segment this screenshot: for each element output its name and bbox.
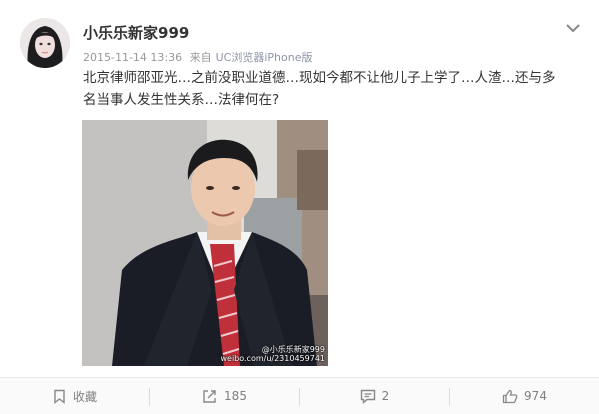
post-meta: 2015-11-14 13:36 来自 UC浏览器iPhone版 — [83, 49, 313, 65]
photo-watermark: @小乐乐新家999 weibo.com/u/2310459741 — [220, 345, 325, 363]
post-source-link[interactable]: UC浏览器iPhone版 — [216, 51, 313, 64]
action-bar: 收藏 185 2 974 — [0, 378, 599, 414]
bookmark-icon — [54, 389, 65, 404]
repost-icon — [203, 389, 216, 403]
repost-count: 185 — [224, 389, 247, 403]
post-text-line: 北京律师邵亚光…之前没职业道德…现如今都不让他儿子上学了…人渣…还与多 — [83, 70, 556, 86]
weibo-post: 小乐乐新家999 2015-11-14 13:36 来自 UC浏览器iPhone版… — [0, 0, 599, 414]
post-text-line: 名当事人发生性关系…法律何在? — [83, 92, 280, 108]
watermark-name: @小乐乐新家999 — [261, 345, 325, 354]
like-count: 974 — [524, 389, 547, 403]
favorite-button[interactable]: 收藏 — [0, 378, 149, 414]
like-button[interactable]: 974 — [450, 378, 599, 414]
post-text: 北京律师邵亚光…之前没职业道德…现如今都不让他儿子上学了…人渣…还与多 名当事人… — [83, 67, 593, 111]
comment-count: 2 — [381, 389, 390, 403]
post-timestamp[interactable]: 2015-11-14 13:36 — [83, 51, 182, 64]
avatar[interactable] — [20, 18, 70, 68]
thumbs-up-icon — [502, 389, 518, 403]
chevron-down-icon[interactable] — [566, 18, 580, 33]
username-link[interactable]: 小乐乐新家999 — [83, 22, 189, 43]
source-prefix: 来自 — [189, 51, 212, 64]
comment-icon — [360, 389, 375, 404]
favorite-label: 收藏 — [72, 389, 97, 404]
comment-button[interactable]: 2 — [300, 378, 449, 414]
post-photo[interactable]: @小乐乐新家999 weibo.com/u/2310459741 — [82, 120, 328, 366]
repost-button[interactable]: 185 — [150, 378, 299, 414]
watermark-url: weibo.com/u/2310459741 — [220, 354, 325, 363]
